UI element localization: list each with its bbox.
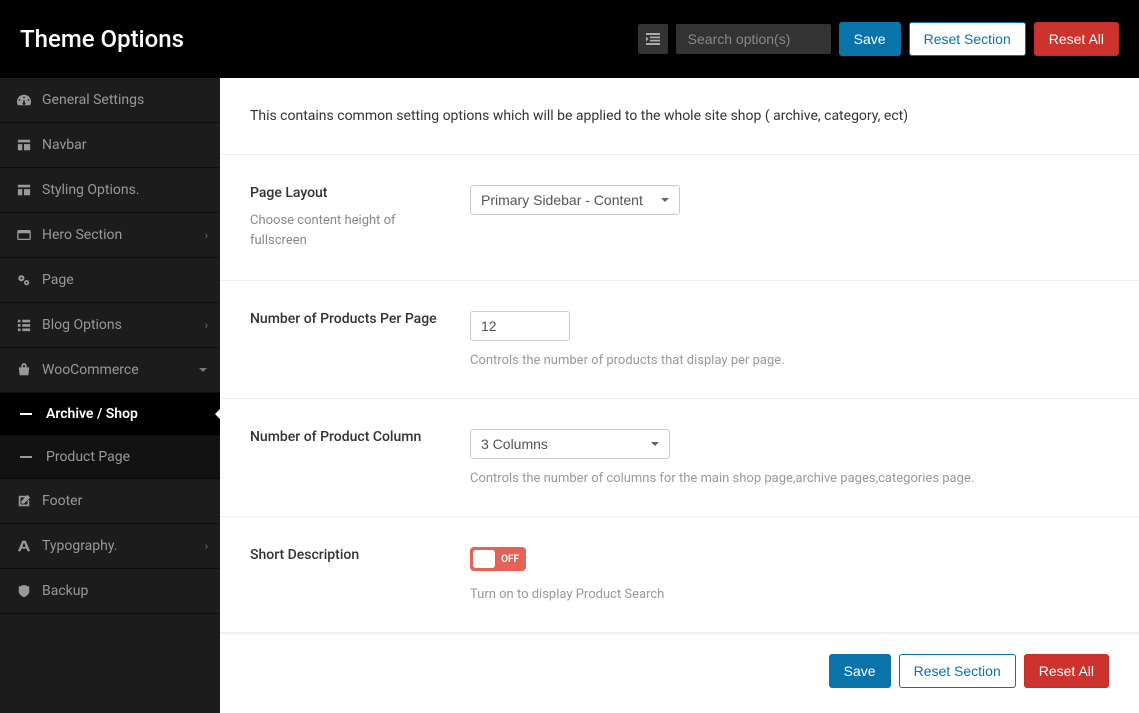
reset-all-button[interactable]: Reset All xyxy=(1034,22,1119,56)
sidebar-item-label: Page xyxy=(42,272,74,288)
chevron-right-icon: › xyxy=(205,540,208,553)
sidebar-item-hero-section[interactable]: Hero Section › xyxy=(0,213,220,258)
expand-button[interactable] xyxy=(638,24,668,54)
sidebar-subitem-product-page[interactable]: Product Page xyxy=(0,436,220,479)
page-layout-label: Page Layout xyxy=(250,185,450,201)
product-column-label: Number of Product Column xyxy=(250,429,450,445)
dashboard-icon xyxy=(14,93,34,107)
sidebar-item-label: Navbar xyxy=(42,137,87,153)
chevron-right-icon: › xyxy=(205,229,208,242)
product-column-help: Controls the number of columns for the m… xyxy=(470,471,1109,486)
sidebar-subitem-archive-shop[interactable]: Archive / Shop xyxy=(0,393,220,436)
sidebar-item-label: Footer xyxy=(42,493,82,509)
short-desc-toggle[interactable]: OFF xyxy=(470,547,526,571)
page-layout-desc: Choose content height of fullscreen xyxy=(250,211,450,250)
page-layout-select[interactable]: Primary Sidebar - Content xyxy=(470,185,680,215)
sidebar-item-general-settings[interactable]: General Settings xyxy=(0,78,220,123)
panel-icon xyxy=(14,228,34,242)
indent-icon xyxy=(646,33,660,45)
sidebar-item-label: Hero Section xyxy=(42,227,122,243)
toggle-state-label: OFF xyxy=(501,554,519,565)
chevron-right-icon: › xyxy=(205,319,208,332)
sidebar-item-label: Typography. xyxy=(42,538,117,554)
gears-icon xyxy=(14,273,34,287)
sidebar-item-footer[interactable]: Footer xyxy=(0,479,220,524)
chevron-down-icon xyxy=(198,365,208,375)
sidebar-item-styling-options[interactable]: Styling Options. xyxy=(0,168,220,213)
sidebar-item-label: WooCommerce xyxy=(42,362,139,378)
layout-icon xyxy=(14,138,34,152)
sidebar: General Settings Navbar Styling Options.… xyxy=(0,78,220,713)
sidebar-item-label: General Settings xyxy=(42,92,144,108)
sidebar-item-blog-options[interactable]: Blog Options › xyxy=(0,303,220,348)
save-button[interactable]: Save xyxy=(839,22,901,56)
layout-icon xyxy=(14,183,34,197)
sidebar-item-label: Blog Options xyxy=(42,317,122,333)
sidebar-item-woocommerce[interactable]: WooCommerce xyxy=(0,348,220,393)
sidebar-item-typography[interactable]: Typography. › xyxy=(0,524,220,569)
sidebar-item-label: Backup xyxy=(42,583,88,599)
dash-icon xyxy=(20,456,42,458)
shield-icon xyxy=(14,584,34,598)
save-button-footer[interactable]: Save xyxy=(829,654,891,688)
search-input[interactable] xyxy=(676,24,831,54)
page-title: Theme Options xyxy=(20,25,184,53)
dash-icon xyxy=(20,413,42,415)
reset-all-button-footer[interactable]: Reset All xyxy=(1024,654,1109,688)
sidebar-item-page[interactable]: Page xyxy=(0,258,220,303)
edit-icon xyxy=(14,494,34,508)
font-icon xyxy=(14,539,34,553)
reset-section-button-footer[interactable]: Reset Section xyxy=(899,654,1016,688)
toggle-knob xyxy=(473,550,495,568)
product-column-select[interactable]: 3 Columns xyxy=(470,429,670,459)
products-per-page-help: Controls the number of products that dis… xyxy=(470,353,1109,368)
sidebar-subitem-label: Archive / Shop xyxy=(46,406,138,422)
sidebar-item-backup[interactable]: Backup xyxy=(0,569,220,614)
sidebar-item-navbar[interactable]: Navbar xyxy=(0,123,220,168)
products-per-page-label: Number of Products Per Page xyxy=(250,311,450,327)
short-desc-help: Turn on to display Product Search xyxy=(470,587,1109,602)
list-icon xyxy=(14,318,34,332)
intro-text: This contains common setting options whi… xyxy=(220,78,1139,155)
sidebar-subitem-label: Product Page xyxy=(46,449,130,465)
bag-icon xyxy=(14,363,34,377)
sidebar-item-label: Styling Options. xyxy=(42,182,140,198)
short-desc-label: Short Description xyxy=(250,547,450,563)
products-per-page-input[interactable] xyxy=(470,311,570,341)
reset-section-button[interactable]: Reset Section xyxy=(909,22,1026,56)
